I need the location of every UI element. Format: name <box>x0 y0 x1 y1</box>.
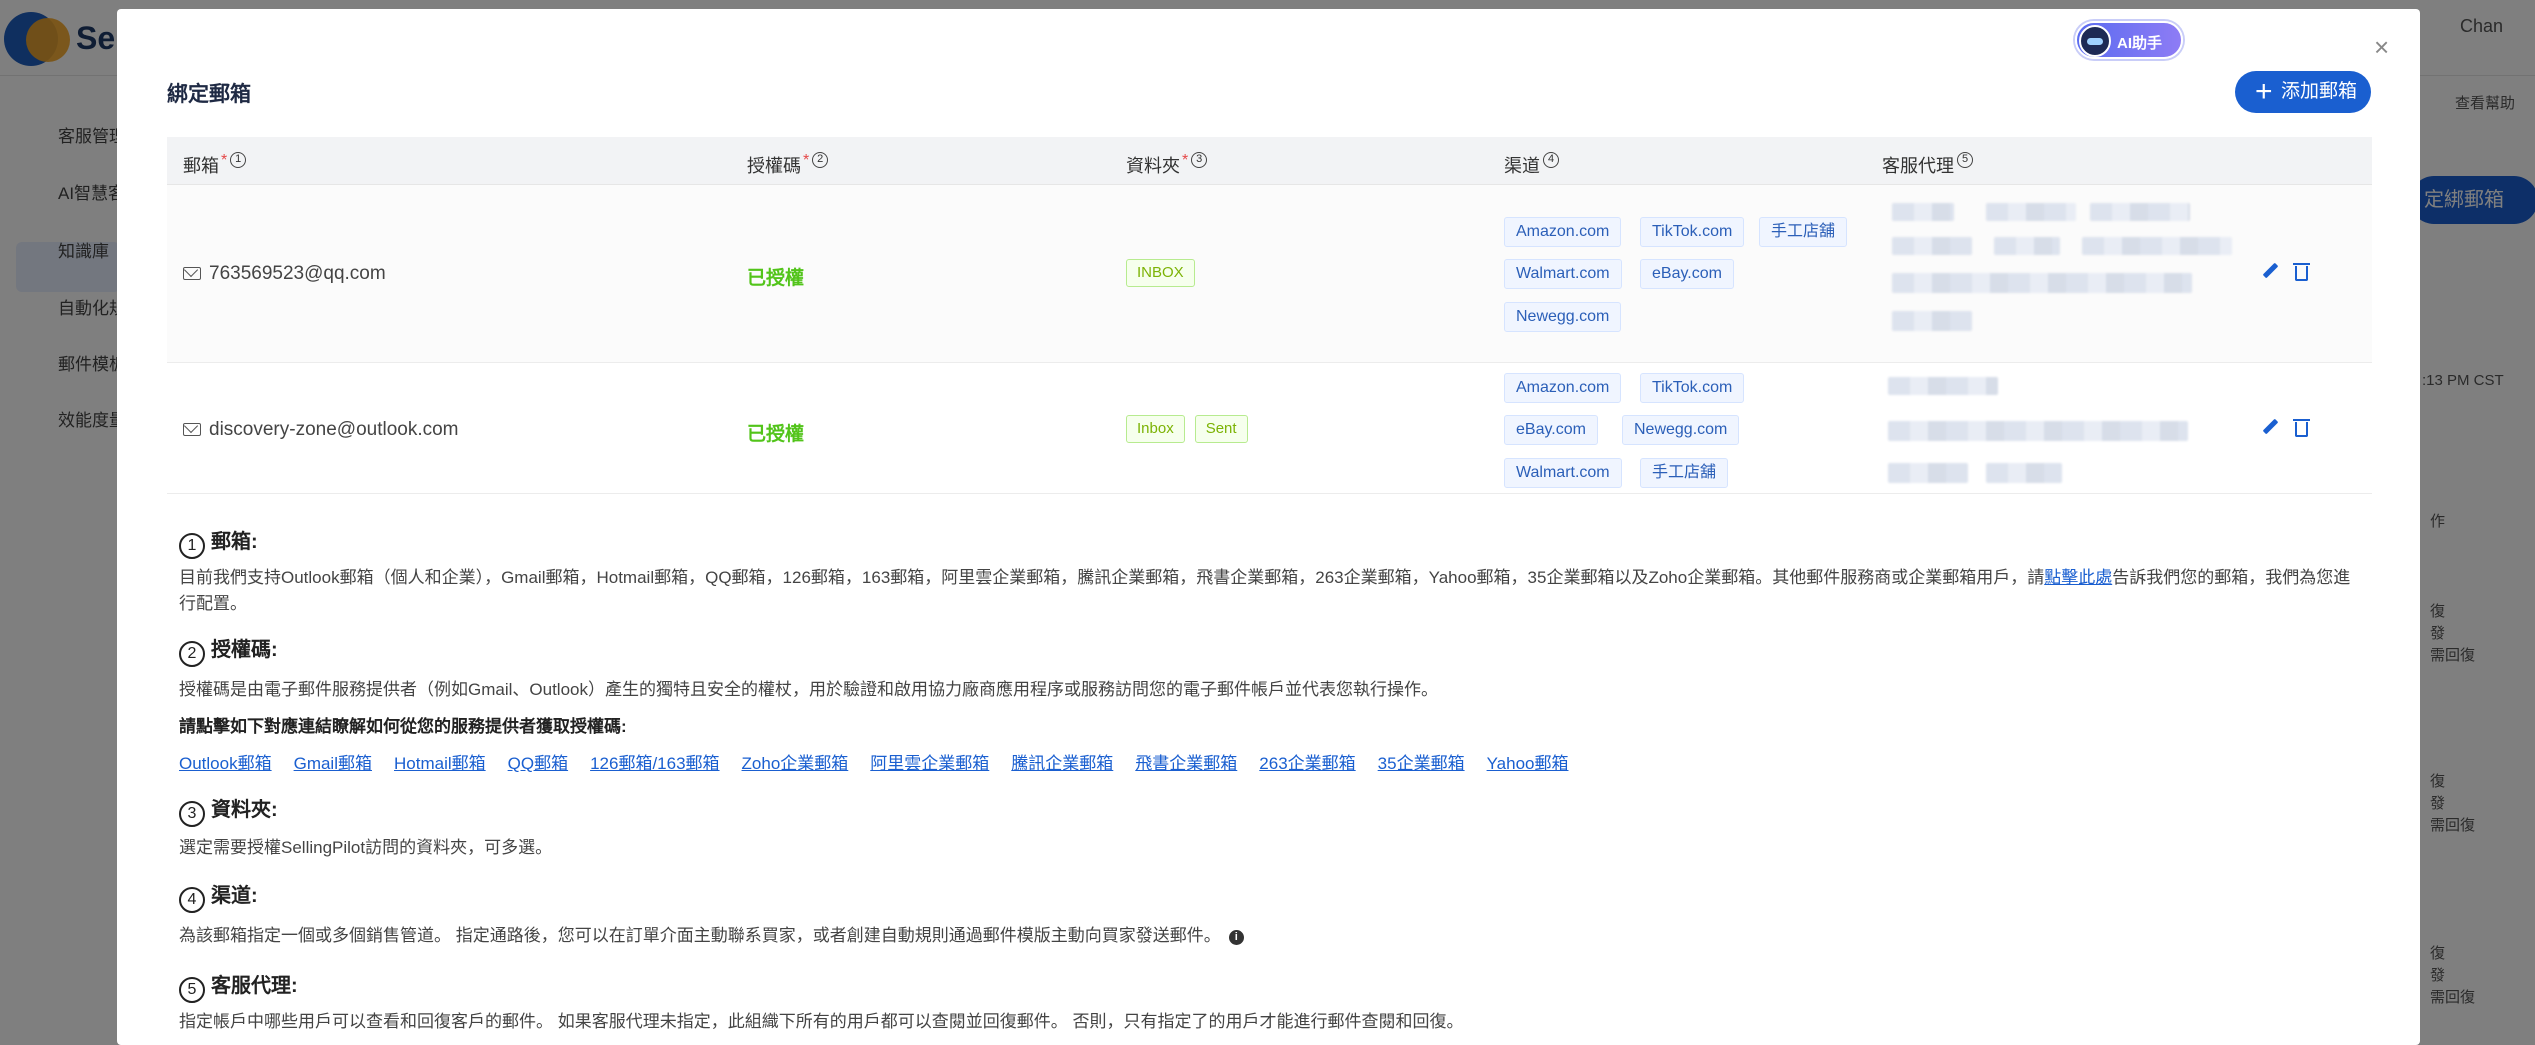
mail-icon <box>183 423 201 436</box>
note-heading-auth: 2 授權碼: <box>179 633 278 667</box>
channel-tag: Newegg.com <box>1504 302 1622 332</box>
delete-icon[interactable] <box>2293 419 2310 442</box>
channel-tag: Newegg.com <box>1622 415 1740 445</box>
channel-tags: Amazon.com TikTok.com 手工店舖 Walmart.com e… <box>1504 185 1874 363</box>
auth-status: 已授權 <box>747 424 805 445</box>
channel-tag: Amazon.com <box>1504 217 1622 247</box>
link-35[interactable]: 35企業郵箱 <box>1378 754 1465 773</box>
modal-title: 綁定郵箱 <box>167 83 251 106</box>
link-aliyun[interactable]: 阿里雲企業郵箱 <box>870 754 989 773</box>
click-here-link[interactable]: 點擊此處 <box>2044 568 2112 587</box>
channel-tag: TikTok.com <box>1640 217 1745 247</box>
note-heading-channel: 4 渠道: <box>179 879 258 913</box>
column-header-folder: 資料夾 * 3 <box>1126 152 1208 178</box>
info-circle-icon: 2 <box>812 152 829 168</box>
folder-tag: INBOX <box>1126 259 1195 287</box>
link-263[interactable]: 263企業郵箱 <box>1259 754 1355 773</box>
link-126-163[interactable]: 126郵箱/163郵箱 <box>590 754 719 773</box>
delete-icon[interactable] <box>2293 263 2310 286</box>
link-feishu[interactable]: 飛書企業郵箱 <box>1135 754 1237 773</box>
link-gmail[interactable]: Gmail郵箱 <box>294 754 372 773</box>
channel-tag: eBay.com <box>1504 415 1598 445</box>
add-email-button[interactable]: + 添加郵箱 <box>2235 71 2371 113</box>
note-text-folder: 選定需要授權SellingPilot訪問的資料夾，可多選。 <box>179 838 553 857</box>
column-header-agent: 客服代理 5 <box>1882 152 1973 178</box>
link-qq[interactable]: QQ郵箱 <box>508 754 568 773</box>
edit-icon[interactable] <box>2262 263 2278 284</box>
channel-tag: Amazon.com <box>1504 373 1622 403</box>
folder-tags: INBOX <box>1126 259 1205 287</box>
note-auth-instruction: 請點擊如下對應連結瞭解如何從您的服務提供者獲取授權碼: <box>179 717 627 736</box>
auth-status: 已授權 <box>747 268 805 289</box>
note-text-channel: 為該郵箱指定一個或多個銷售管道。 指定通路後，您可以在訂單介面主動聯系買家，或者… <box>179 923 2359 949</box>
channel-tag: Walmart.com <box>1504 259 1622 289</box>
note-text-email: 目前我們支持Outlook郵箱（個人和企業），Gmail郵箱，Hotmail郵箱… <box>179 568 2351 613</box>
channel-tag: 手工店舖 <box>1759 217 1848 247</box>
link-hotmail[interactable]: Hotmail郵箱 <box>394 754 486 773</box>
column-header-auth-code: 授權碼 * 2 <box>747 152 829 178</box>
note-heading-agent: 5 客服代理: <box>179 969 298 1003</box>
agent-list-blurred <box>1882 193 2242 358</box>
link-yahoo[interactable]: Yahoo郵箱 <box>1487 754 1569 773</box>
edit-icon[interactable] <box>2262 419 2278 440</box>
channel-tags: Amazon.com TikTok.com eBay.com Newegg.co… <box>1504 363 1874 494</box>
bind-email-modal: AI助手 × 綁定郵箱 + 添加郵箱 郵箱 * 1 授權碼 * 2 資料夾 * 3 渠道 4 … <box>117 9 2420 1045</box>
info-circle-icon: 3 <box>1191 152 1208 168</box>
ai-assistant-label: AI助手 <box>2117 35 2163 52</box>
ai-assistant-button[interactable]: AI助手 <box>2075 21 2183 59</box>
info-icon[interactable]: i <box>1228 930 1244 945</box>
email-address: 763569523@qq.com <box>183 263 386 285</box>
note-text-auth: 授權碼是由電子郵件服務提供者（例如Gmail、Outlook）產生的獨特且安全的… <box>179 680 1438 699</box>
info-circle-icon: 4 <box>1543 152 1559 168</box>
folder-tag: Inbox <box>1126 415 1185 443</box>
table-row: 763569523@qq.com 已授權 INBOX Amazon.com Ti… <box>167 185 2372 363</box>
column-header-channel: 渠道 4 <box>1504 152 1559 178</box>
info-circle-icon: 1 <box>230 152 247 168</box>
folder-tags: Inbox Sent <box>1126 415 1258 443</box>
auth-guide-links: Outlook郵箱 Gmail郵箱 Hotmail郵箱 QQ郵箱 126郵箱/163郵箱… <box>179 749 1590 774</box>
channel-tag: 手工店舖 <box>1640 458 1729 488</box>
channel-tag: TikTok.com <box>1640 373 1745 403</box>
table-row: discovery-zone@outlook.com 已授權 Inbox Sent… <box>167 363 2372 494</box>
plus-icon: + <box>2255 75 2273 108</box>
folder-tag: Sent <box>1194 415 1248 443</box>
note-heading-folder: 3 資料夾: <box>179 793 278 827</box>
note-heading-email: 1 郵箱: <box>179 525 258 559</box>
add-email-label: 添加郵箱 <box>2281 81 2358 102</box>
close-icon[interactable]: × <box>2374 34 2389 60</box>
agent-list-blurred <box>1882 371 2242 491</box>
link-tencent[interactable]: 騰訊企業郵箱 <box>1011 754 1113 773</box>
link-outlook[interactable]: Outlook郵箱 <box>179 754 272 773</box>
link-zoho[interactable]: Zoho企業郵箱 <box>742 754 849 773</box>
info-circle-icon: 5 <box>1957 152 1973 168</box>
channel-tag: eBay.com <box>1640 259 1734 289</box>
robot-icon <box>2079 25 2111 57</box>
table-header: 郵箱 * 1 授權碼 * 2 資料夾 * 3 渠道 4 客服代理 5 <box>167 137 2372 185</box>
mail-icon <box>183 267 201 280</box>
column-header-email: 郵箱 * 1 <box>183 152 247 178</box>
note-text-agent: 指定帳戶中哪些用戶可以查看和回復客戶的郵件。 如果客服代理未指定，此組織下所有的… <box>179 1012 1464 1031</box>
channel-tag: Walmart.com <box>1504 458 1622 488</box>
email-address: discovery-zone@outlook.com <box>183 419 459 441</box>
